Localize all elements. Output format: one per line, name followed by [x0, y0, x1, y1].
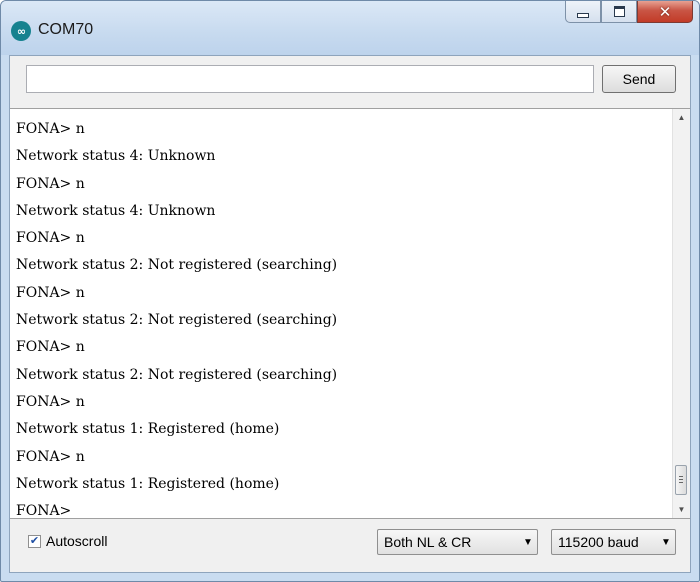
- output-line: FONA> n: [16, 339, 85, 356]
- send-button[interactable]: Send: [602, 65, 676, 93]
- bottom-bar: ✔ Autoscroll Both NL & CR ▼ 115200 baud …: [10, 519, 690, 572]
- line-ending-select[interactable]: Both NL & CR ▼: [377, 529, 538, 555]
- output-line: Network status 2: Not registered (search…: [16, 257, 338, 274]
- close-icon: ✕: [658, 2, 672, 21]
- grip-line: [679, 479, 683, 480]
- maximize-icon: [613, 6, 625, 17]
- window-title: COM70: [38, 21, 94, 38]
- output-line: Network status 2: Not registered (search…: [16, 312, 338, 329]
- send-row: Send: [10, 56, 690, 106]
- caption-buttons: ✕: [565, 1, 693, 31]
- output-line: Network status 1: Registered (home): [16, 421, 280, 438]
- autoscroll-label: Autoscroll: [46, 533, 108, 549]
- maximize-button[interactable]: [601, 1, 637, 23]
- serial-input[interactable]: [26, 65, 594, 93]
- chevron-down-icon: ▼: [523, 536, 533, 548]
- output-line: Network status 4: Unknown: [16, 202, 216, 219]
- output-line: FONA> n: [16, 448, 85, 465]
- output-lines: FONA> n Network status 4: Unknown FONA> n N…: [16, 116, 337, 525]
- vertical-scrollbar[interactable]: ▲ ▼: [672, 109, 690, 518]
- autoscroll-checkbox[interactable]: ✔: [28, 534, 41, 548]
- scroll-thumb[interactable]: [675, 465, 687, 495]
- close-button[interactable]: ✕: [637, 1, 693, 23]
- minimize-button[interactable]: [565, 1, 601, 23]
- checkmark-icon: ✔: [29, 534, 40, 547]
- serial-monitor-window: ∞ COM70 ✕ Send FONA> n Network status 4: …: [0, 0, 700, 582]
- output-line: FONA> n: [16, 175, 85, 192]
- output-line: FONA> n: [16, 230, 85, 247]
- chevron-down-icon: ▼: [661, 536, 671, 548]
- grip-line: [679, 482, 683, 483]
- baud-rate-select[interactable]: 115200 baud ▼: [551, 529, 676, 555]
- serial-output[interactable]: FONA> n Network status 4: Unknown FONA> n N…: [10, 108, 690, 519]
- title-bar[interactable]: ∞ COM70 ✕: [1, 1, 699, 55]
- autoscroll-toggle[interactable]: ✔ Autoscroll: [28, 533, 107, 549]
- baud-rate-value: 115200 baud: [558, 534, 639, 550]
- line-ending-value: Both NL & CR: [384, 534, 472, 550]
- grip-line: [679, 476, 683, 477]
- output-line: FONA> n: [16, 284, 85, 301]
- minimize-icon: [577, 13, 589, 18]
- output-line: Network status 1: Registered (home): [16, 475, 280, 492]
- output-line: Network status 2: Not registered (search…: [16, 366, 338, 383]
- output-line: Network status 4: Unknown: [16, 148, 216, 165]
- output-line: FONA> n: [16, 121, 85, 137]
- client-area: Send FONA> n Network status 4: Unknown FON…: [9, 55, 691, 573]
- arduino-icon: ∞: [11, 21, 31, 41]
- scroll-down-icon[interactable]: ▼: [673, 501, 690, 518]
- scroll-up-icon[interactable]: ▲: [673, 109, 690, 126]
- output-line: FONA> n: [16, 393, 85, 410]
